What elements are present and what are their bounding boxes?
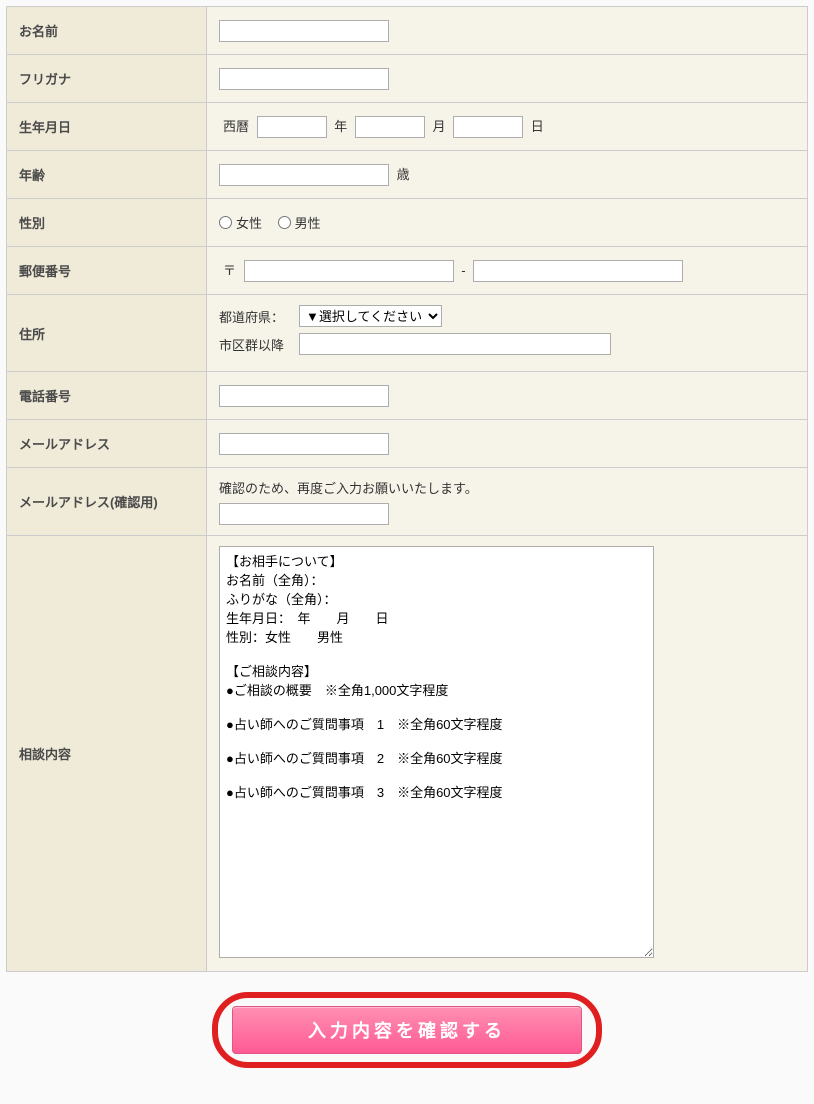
label-address: 住所	[7, 295, 207, 372]
sex-female-label: 女性	[236, 213, 262, 232]
city-label: 市区群以降	[219, 335, 299, 354]
name-input[interactable]	[219, 20, 389, 42]
day-suffix: 日	[531, 119, 544, 134]
birth-year-input[interactable]	[257, 116, 327, 138]
label-furigana: フリガナ	[7, 55, 207, 103]
label-age: 年齢	[7, 151, 207, 199]
year-suffix: 年	[334, 119, 347, 134]
label-consult: 相談内容	[7, 536, 207, 972]
era-label: 西曆	[223, 119, 249, 134]
postal-1-input[interactable]	[244, 260, 454, 282]
postal-2-input[interactable]	[473, 260, 683, 282]
prefecture-select[interactable]: ▼選択してください	[299, 305, 442, 327]
birth-day-input[interactable]	[453, 116, 523, 138]
submit-area: 入力内容を確認する	[6, 972, 808, 1098]
prefecture-label: 都道府県：	[219, 307, 299, 326]
email-confirm-input[interactable]	[219, 503, 389, 525]
age-suffix: 歳	[397, 167, 410, 182]
label-birthdate: 生年月日	[7, 103, 207, 151]
label-postal: 郵便番号	[7, 247, 207, 295]
sex-female-option[interactable]: 女性	[219, 213, 262, 232]
label-email: メールアドレス	[7, 420, 207, 468]
label-email-confirm: メールアドレス(確認用)	[7, 468, 207, 536]
email-confirm-note: 確認のため、再度ご入力お願いいたします。	[219, 478, 795, 497]
month-suffix: 月	[433, 119, 446, 134]
sex-male-label: 男性	[295, 213, 321, 232]
label-sex: 性別	[7, 199, 207, 247]
phone-input[interactable]	[219, 385, 389, 407]
furigana-input[interactable]	[219, 68, 389, 90]
highlight-oval: 入力内容を確認する	[212, 992, 602, 1068]
submit-button[interactable]: 入力内容を確認する	[232, 1006, 582, 1054]
consult-textarea[interactable]	[219, 546, 654, 958]
sex-male-option[interactable]: 男性	[278, 213, 321, 232]
label-name: お名前	[7, 7, 207, 55]
postal-dash: -	[461, 263, 465, 278]
label-phone: 電話番号	[7, 372, 207, 420]
birth-month-input[interactable]	[355, 116, 425, 138]
city-input[interactable]	[299, 333, 611, 355]
postal-prefix: 〒	[223, 263, 236, 278]
age-input[interactable]	[219, 164, 389, 186]
sex-female-radio[interactable]	[219, 216, 232, 229]
sex-male-radio[interactable]	[278, 216, 291, 229]
email-input[interactable]	[219, 433, 389, 455]
form-table: お名前 フリガナ 生年月日 西曆 年 月 日 年齢 歳	[6, 6, 808, 972]
